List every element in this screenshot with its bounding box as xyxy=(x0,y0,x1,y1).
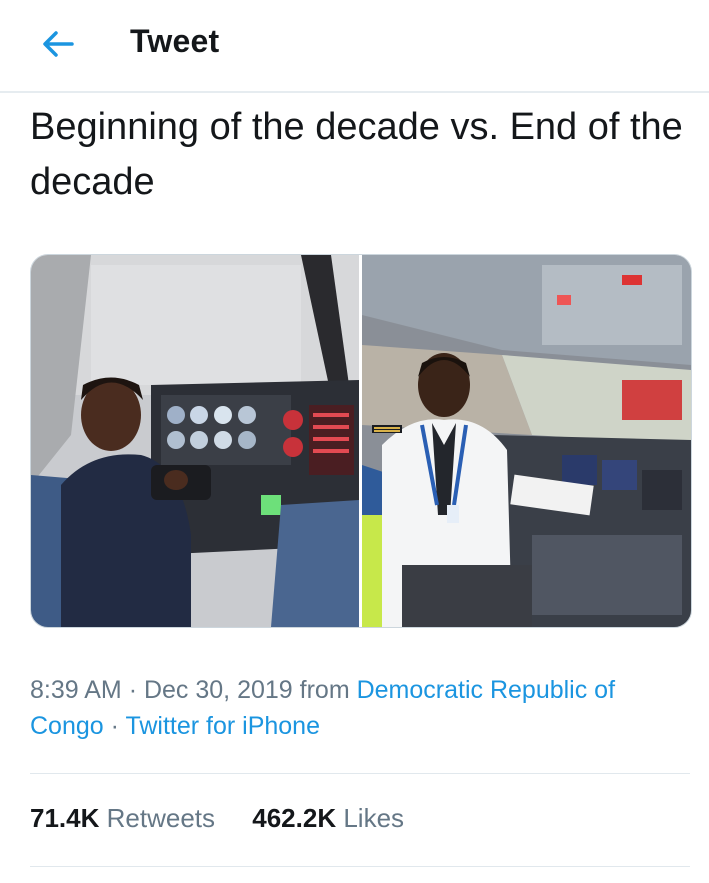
retweets-label: Retweets xyxy=(106,803,216,833)
photo-beginning[interactable] xyxy=(31,255,359,627)
tweet-date: Dec 30, 2019 xyxy=(143,676,293,704)
divider xyxy=(30,866,690,867)
photo-end[interactable] xyxy=(362,255,691,627)
tweet-meta: 8:39 AM · Dec 30, 2019 from Democratic R… xyxy=(30,672,690,744)
arrow-left-icon xyxy=(43,31,74,57)
likes-stat[interactable]: 462.2K Likes xyxy=(252,803,404,834)
tweet-stats: 71.4K Retweets 462.2K Likes xyxy=(30,803,434,834)
tweet-text: Beginning of the decade vs. End of the d… xyxy=(30,106,683,203)
likes-label: Likes xyxy=(343,803,405,833)
separator-dot: · xyxy=(110,712,126,740)
likes-count: 462.2K xyxy=(252,803,337,833)
separator-dot: · xyxy=(128,676,144,704)
back-button[interactable] xyxy=(38,26,78,62)
divider xyxy=(30,773,690,774)
tweet-time: 8:39 AM xyxy=(30,676,122,704)
retweets-count: 71.4K xyxy=(30,803,100,833)
source-link[interactable]: Twitter for iPhone xyxy=(125,712,320,740)
retweets-stat[interactable]: 71.4K Retweets xyxy=(30,803,215,834)
from-label: from xyxy=(299,676,350,704)
page-title: Tweet xyxy=(130,23,220,59)
top-bar: Tweet xyxy=(0,0,709,93)
tweet-media[interactable] xyxy=(30,254,692,628)
